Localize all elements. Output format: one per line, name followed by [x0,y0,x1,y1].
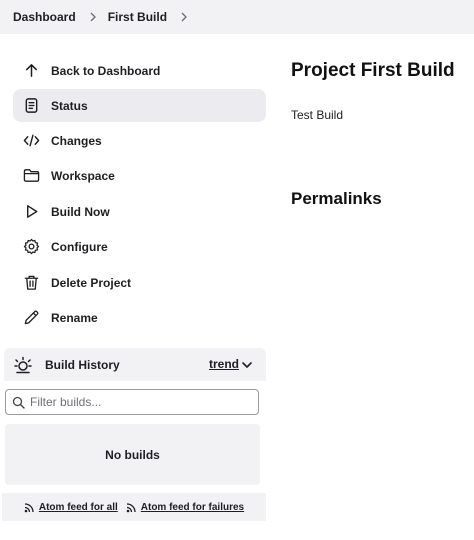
search-icon [12,396,25,409]
sidebar-item-label: Workspace [51,168,115,183]
sidebar-item-label: Back to Dashboard [51,63,161,78]
build-history-icon [14,356,32,374]
no-builds-message: No builds [5,424,260,485]
sidebar-item-configure[interactable]: Configure [13,230,266,263]
project-description: Test Build [291,108,344,122]
sidebar-item-back-to-dashboard[interactable]: Back to Dashboard [13,54,266,87]
sidebar-item-label: Status [51,98,88,113]
sidebar-item-label: Build Now [51,204,110,219]
trend-link[interactable]: trend [209,357,239,371]
sidebar-item-build-now[interactable]: Build Now [13,195,266,228]
filter-builds-field[interactable] [5,389,259,415]
folder-icon [22,167,40,185]
permalinks-heading: Permalinks [291,189,382,208]
page-title: Project First Build [291,60,455,81]
sidebar-item-changes[interactable]: Changes [13,124,266,157]
breadcrumb: Dashboard First Build [0,0,474,34]
document-icon [22,97,40,115]
gear-icon [22,238,40,256]
sidebar-item-workspace[interactable]: Workspace [13,159,266,192]
rss-icon [126,502,137,513]
trash-icon [22,274,40,292]
sidebar-item-status[interactable]: Status [13,89,266,122]
sidebar-item-label: Rename [51,310,98,325]
atom-feed-failures-label: Atom feed for failures [140,501,245,513]
atom-feeds: Atom feed for all Atom feed for failures [2,493,266,521]
chevron-right-icon [88,12,98,22]
sidebar-item-label: Configure [51,239,108,254]
atom-feed-all-link[interactable]: Atom feed for all [24,502,118,513]
arrow-up-icon [22,62,40,80]
play-icon [22,203,40,221]
pencil-icon [22,309,40,327]
filter-builds-input[interactable] [30,395,250,409]
sidebar-item-delete-project[interactable]: Delete Project [13,266,266,299]
rss-icon [24,502,35,513]
chevron-down-icon[interactable] [241,359,253,371]
sidebar-item-label: Delete Project [51,275,132,290]
breadcrumb-first-build[interactable]: First Build [108,10,167,24]
sidebar-item-label: Changes [51,133,102,148]
code-icon [22,132,40,150]
breadcrumb-dashboard[interactable]: Dashboard [13,10,76,24]
atom-feed-all-label: Atom feed for all [38,501,118,513]
build-history-title: Build History [45,357,120,372]
build-history-header: Build History trend [4,348,266,381]
chevron-right-icon[interactable] [179,12,189,22]
sidebar-item-rename[interactable]: Rename [13,301,266,334]
atom-feed-failures-link[interactable]: Atom feed for failures [126,502,244,513]
